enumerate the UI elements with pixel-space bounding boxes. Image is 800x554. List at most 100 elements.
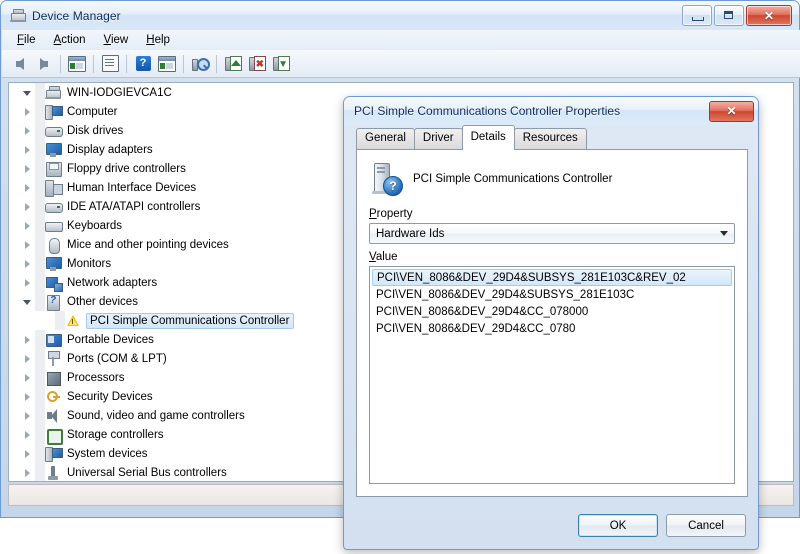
tree-item-label: Keyboards [67,219,122,232]
tree-connector [35,102,45,121]
tree-item-label: Security Devices [67,390,153,403]
tree-expander[interactable] [19,216,35,235]
tree-connector [35,121,45,140]
tree-expander[interactable] [19,254,35,273]
unknown-device-icon: ? [369,162,403,196]
back-arrow-icon [16,57,24,70]
back-button[interactable] [8,52,32,75]
tree-connector [35,406,45,425]
tree-connector [35,83,45,102]
tree-connector [35,368,45,387]
dialog-tabstrip: General Driver Details Resources [356,125,748,150]
close-button[interactable]: ✕ [746,5,792,26]
maximize-button[interactable] [714,5,744,26]
tree-expander[interactable] [19,178,35,197]
value-listbox[interactable]: PCI\VEN_8086&DEV_29D4&SUBSYS_281E103C&RE… [369,266,735,484]
tree-expander[interactable] [19,235,35,254]
minimize-button[interactable] [682,5,712,26]
update-driver-button[interactable] [221,52,245,75]
tab-details[interactable]: Details [461,125,515,150]
tree-expander[interactable] [19,444,35,463]
tab-resources[interactable]: Resources [513,128,587,150]
root-expander[interactable] [19,83,35,102]
tree-connector [35,216,45,235]
help-icon: ? [135,56,151,71]
toolbar-separator [183,54,184,73]
tree-expander[interactable] [19,425,35,444]
help-button[interactable]: ? [131,52,155,75]
sound-controller-icon [45,408,62,424]
tree-expander[interactable] [19,121,35,140]
tree-item-label: Processors [67,371,125,384]
warning-device-icon [65,313,82,329]
tab-label: Details [470,131,506,143]
value-list-item-text: PCI\VEN_8086&DEV_29D4&SUBSYS_281E103C&RE… [377,271,686,284]
tree-expander[interactable] [19,102,35,121]
tab-driver[interactable]: Driver [413,128,463,150]
show-hide-action-pane-button[interactable] [155,52,179,75]
chevron-down-icon [720,231,728,236]
tree-connector [35,178,45,197]
tree-expander[interactable] [19,159,35,178]
tree-expander[interactable] [19,463,35,481]
tab-label: Driver [422,132,454,144]
dialog-titlebar[interactable]: PCI Simple Communications Controller Pro… [344,97,758,125]
tree-expander[interactable] [19,368,35,387]
menu-action[interactable]: Action [45,32,95,48]
tree-connector [35,349,45,368]
close-icon: ✕ [726,104,737,118]
monitor-icon [45,256,62,272]
tree-connector [35,463,45,481]
scan-hardware-icon [192,57,210,71]
network-adapter-icon [45,275,63,292]
tree-expander[interactable] [19,330,35,349]
value-list-item[interactable]: PCI\VEN_8086&DEV_29D4&CC_078000 [372,303,732,320]
tree-expander[interactable] [19,406,35,425]
property-selected-value: Hardware Ids [376,227,445,240]
tree-expander[interactable] [19,273,35,292]
toolbar-separator [126,54,127,73]
scan-hardware-changes-button[interactable] [188,52,212,75]
computer-root-icon [45,85,62,101]
tab-general[interactable]: General [356,128,415,150]
cancel-button[interactable]: Cancel [666,514,746,537]
tree-item-label: Human Interface Devices [67,181,197,194]
mouse-icon [45,237,62,254]
tree-item-label: Other devices [67,295,138,308]
tree-connector [35,159,45,178]
uninstall-device-button[interactable]: ✖ [245,52,269,75]
ok-button[interactable]: OK [578,514,658,537]
property-dropdown[interactable]: Hardware Ids [369,223,735,244]
tree-connector [35,425,45,444]
value-list-item[interactable]: PCI\VEN_8086&DEV_29D4&SUBSYS_281E103C [372,286,732,303]
main-titlebar[interactable]: Device Manager ✕ [1,1,799,30]
tree-item-label: Sound, video and game controllers [67,409,245,422]
menu-file[interactable]: File [8,32,45,48]
disable-device-button[interactable]: ▼ [269,52,293,75]
action-pane-icon [158,55,176,72]
tree-expander[interactable] [19,387,35,406]
value-list-item-text: PCI\VEN_8086&DEV_29D4&SUBSYS_281E103C [376,288,635,301]
toolbar: ? ✖ ▼ [2,50,800,78]
menu-view[interactable]: View [95,32,138,48]
show-hide-console-tree-button[interactable] [65,52,89,75]
floppy-controller-icon [45,161,62,177]
tree-expander[interactable] [19,349,35,368]
tree-expander[interactable] [19,292,35,311]
dialog-close-button[interactable]: ✕ [709,100,754,122]
tree-expander[interactable] [19,197,35,216]
value-list-item[interactable]: PCI\VEN_8086&DEV_29D4&CC_0780 [372,320,732,337]
tree-connector [35,273,45,292]
tree-item-label: Monitors [67,257,112,270]
properties-button[interactable] [98,52,122,75]
device-header: ? PCI Simple Communications Controller [369,162,612,196]
device-properties-dialog: PCI Simple Communications Controller Pro… [343,96,759,550]
security-device-icon [45,389,62,405]
tree-expander[interactable] [19,140,35,159]
forward-button[interactable] [32,52,56,75]
value-list-item[interactable]: PCI\VEN_8086&DEV_29D4&SUBSYS_281E103C&RE… [372,269,732,286]
value-list-item-text: PCI\VEN_8086&DEV_29D4&CC_078000 [376,305,589,318]
tree-item-label: Network adapters [67,276,158,289]
forward-arrow-icon [40,57,48,70]
menu-help[interactable]: Help [137,32,179,48]
